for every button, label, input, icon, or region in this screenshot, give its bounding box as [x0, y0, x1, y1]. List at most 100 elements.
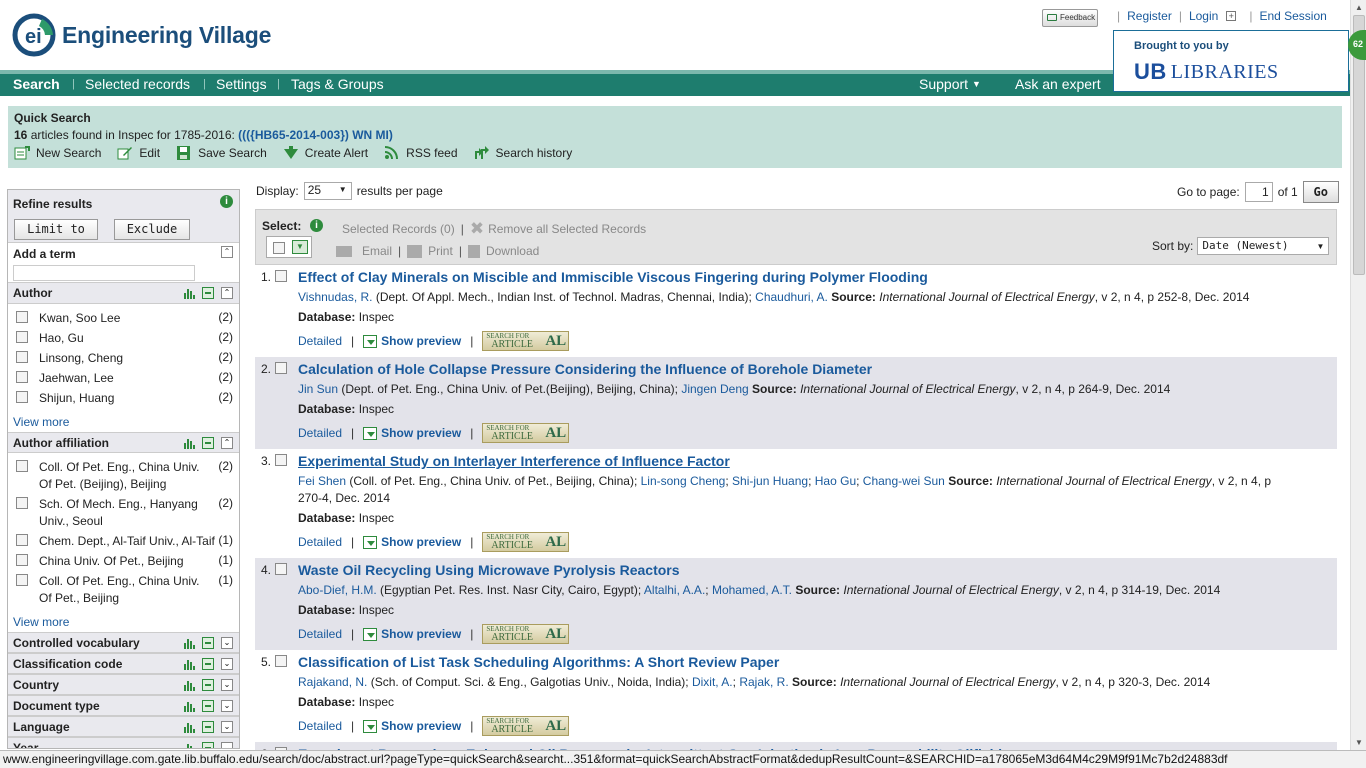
remove-all-link[interactable]: Remove all Selected Records — [488, 222, 646, 236]
expand-icon[interactable]: ⌄ — [221, 658, 233, 670]
record-checkbox[interactable] — [275, 362, 287, 374]
select-all-checkbox[interactable] — [273, 242, 285, 254]
download-link[interactable]: Download — [486, 244, 539, 258]
create-alert-button[interactable]: Create Alert — [283, 146, 368, 160]
select-all-control[interactable]: ▼ — [266, 236, 312, 258]
limit-to-button[interactable]: Limit to — [14, 219, 98, 240]
expand-icon[interactable]: ⌄ — [221, 637, 233, 649]
record-title-link[interactable]: Classification of List Task Scheduling A… — [298, 654, 1297, 671]
detailed-link[interactable]: Detailed — [298, 627, 342, 641]
export-icon[interactable] — [202, 287, 214, 299]
record-title-link[interactable]: Waste Oil Recycling Using Microwave Pyro… — [298, 562, 1297, 579]
facet-value[interactable]: Shijun, Huang — [39, 390, 215, 407]
record-checkbox[interactable] — [275, 454, 287, 466]
facet-header[interactable]: Classification code ⌄ — [8, 653, 239, 674]
bar-chart-icon[interactable] — [183, 700, 195, 712]
show-preview-link[interactable]: Show preview — [363, 627, 461, 641]
add-term-input[interactable] — [13, 265, 195, 281]
exclude-button[interactable]: Exclude — [114, 219, 190, 240]
author-link[interactable]: Chang-wei Sun — [863, 474, 945, 488]
facet-affiliation-header[interactable]: Author affiliation ⌃ — [8, 432, 239, 453]
search-history-button[interactable]: Search history — [474, 146, 572, 160]
nav-ask-expert[interactable]: Ask an expert — [1015, 76, 1101, 92]
author-link[interactable]: Hao Gu — [815, 474, 856, 488]
facet-header[interactable]: Language ⌄ — [8, 716, 239, 737]
show-preview-link[interactable]: Show preview — [363, 334, 461, 348]
record-title-link[interactable]: Effect of Clay Minerals on Miscible and … — [298, 269, 1297, 286]
facet-value[interactable]: Sch. Of Mech. Eng., Hanyang Univ., Seoul — [39, 496, 215, 530]
author-link[interactable]: Altalhi, A.A. — [644, 583, 705, 597]
author-link[interactable]: Chaudhuri, A. — [755, 290, 828, 304]
detailed-link[interactable]: Detailed — [298, 334, 342, 348]
login-link[interactable]: Login — [1189, 9, 1218, 23]
export-icon[interactable] — [202, 721, 214, 733]
facet-value[interactable]: Coll. Of Pet. Eng., China Univ. Of Pet. … — [39, 459, 215, 493]
author-link[interactable]: Lin-song Cheng — [641, 474, 726, 488]
bar-chart-icon[interactable] — [183, 679, 195, 691]
facet-value[interactable]: China Univ. Of Pet., Beijing — [39, 553, 215, 570]
nav-support[interactable]: Support ▼ — [919, 76, 981, 92]
facet-header[interactable]: Controlled vocabulary ⌄ — [8, 632, 239, 653]
facet-value[interactable]: Linsong, Cheng — [39, 350, 215, 367]
show-preview-link[interactable]: Show preview — [363, 719, 461, 733]
export-icon[interactable] — [202, 700, 214, 712]
search-for-article-button[interactable]: SEARCH FOR ARTICLE AL — [482, 716, 570, 736]
facet-checkbox[interactable] — [16, 391, 28, 403]
facet-checkbox[interactable] — [16, 460, 28, 472]
facet-value[interactable]: Jaehwan, Lee — [39, 370, 215, 387]
facet-checkbox[interactable] — [16, 311, 28, 323]
record-title-link[interactable]: Experimental Study on Interlayer Interfe… — [298, 453, 1297, 470]
bar-chart-icon[interactable] — [183, 637, 195, 649]
nav-tags-groups[interactable]: Tags & Groups — [291, 76, 384, 92]
go-button[interactable]: Go — [1302, 181, 1339, 203]
detailed-link[interactable]: Detailed — [298, 719, 342, 733]
sort-select[interactable]: Date (Newest) — [1197, 237, 1330, 255]
page-number-input[interactable]: 1 — [1244, 182, 1273, 202]
search-for-article-button[interactable]: SEARCH FOR ARTICLE AL — [482, 624, 570, 644]
facet-checkbox[interactable] — [16, 497, 28, 509]
info-icon[interactable]: i — [310, 219, 323, 232]
show-preview-link[interactable]: Show preview — [363, 535, 461, 549]
detailed-link[interactable]: Detailed — [298, 426, 342, 440]
facet-checkbox[interactable] — [16, 371, 28, 383]
bar-chart-icon[interactable] — [183, 721, 195, 733]
new-search-button[interactable]: New Search — [14, 146, 101, 160]
engineering-village-logo[interactable]: ei Engineering Village — [12, 13, 271, 57]
facet-checkbox[interactable] — [16, 534, 28, 546]
facet-checkbox[interactable] — [16, 351, 28, 363]
facet-checkbox[interactable] — [16, 331, 28, 343]
bar-chart-icon[interactable] — [183, 437, 195, 449]
facet-value[interactable]: Kwan, Soo Lee — [39, 310, 215, 327]
end-session-link[interactable]: End Session — [1259, 9, 1326, 23]
feedback-button[interactable]: Feedback — [1042, 9, 1098, 27]
record-checkbox[interactable] — [275, 563, 287, 575]
record-checkbox[interactable] — [275, 655, 287, 667]
expand-icon[interactable]: ⌄ — [221, 721, 233, 733]
author-link[interactable]: Dixit, A. — [692, 675, 733, 689]
export-icon[interactable] — [202, 742, 214, 748]
show-preview-link[interactable]: Show preview — [363, 426, 461, 440]
export-icon[interactable] — [202, 437, 214, 449]
author-link[interactable]: Shi-jun Huang — [732, 474, 808, 488]
page-scrollbar[interactable]: ▲ ▼ — [1350, 0, 1366, 750]
results-per-page-select[interactable]: 25 — [303, 182, 352, 200]
search-query-link[interactable]: ((({HB65-2014-003}) WN MI) — [238, 128, 393, 142]
scroll-up-icon[interactable]: ▲ — [1355, 3, 1363, 12]
rss-feed-button[interactable]: RSS feed — [384, 146, 458, 160]
email-link[interactable]: Email — [362, 244, 392, 258]
facet-header[interactable]: Document type ⌄ — [8, 695, 239, 716]
scroll-down-icon[interactable]: ▼ — [1355, 738, 1363, 747]
collapse-icon[interactable]: ⌃ — [221, 437, 233, 449]
record-checkbox[interactable] — [275, 270, 287, 282]
register-link[interactable]: Register — [1127, 9, 1172, 23]
facet-value[interactable]: Chem. Dept., Al-Taif Univ., Al-Taif — [39, 533, 215, 550]
facet-checkbox[interactable] — [16, 574, 28, 586]
collapse-icon[interactable]: ⌃ — [221, 287, 233, 299]
chevron-down-icon[interactable]: ▼ — [292, 240, 308, 254]
search-for-article-button[interactable]: SEARCH FOR ARTICLE AL — [482, 331, 570, 351]
ub-libraries-logo[interactable]: UB LIBRARIES — [1134, 59, 1279, 85]
print-link[interactable]: Print — [428, 244, 453, 258]
edit-search-button[interactable]: Edit — [117, 146, 160, 160]
nav-search[interactable]: Search — [13, 76, 60, 92]
author-link[interactable]: Abo-Dief, H.M. — [298, 583, 377, 597]
